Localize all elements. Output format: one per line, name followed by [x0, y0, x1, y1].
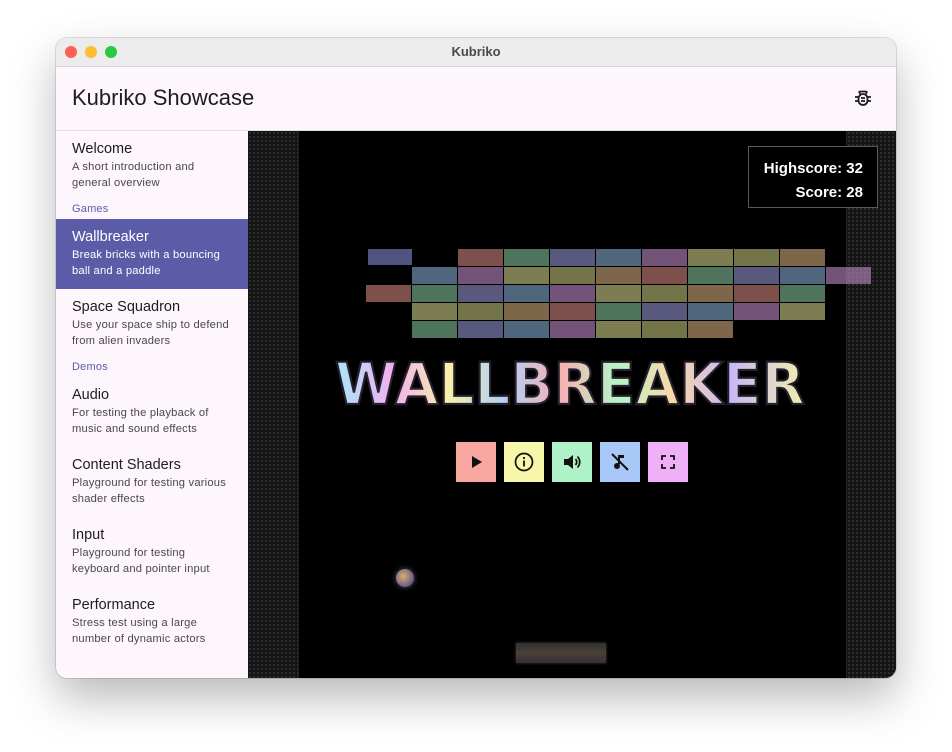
brick: [504, 321, 549, 338]
brick: [412, 267, 457, 284]
sidebar-item-title: Performance: [72, 597, 156, 613]
sidebar-item-title: Audio: [72, 387, 110, 403]
brick: [596, 285, 641, 302]
brick: [412, 285, 457, 302]
brick: [504, 303, 549, 320]
brick: [550, 303, 595, 320]
sidebar-item-title: Content Shaders: [72, 457, 181, 473]
brick: [688, 267, 733, 284]
brick: [412, 303, 457, 320]
brick: [688, 321, 733, 338]
brick: [550, 321, 595, 338]
brick: [642, 267, 687, 284]
brick: [504, 285, 549, 302]
brick: [596, 303, 641, 320]
brick: [596, 249, 641, 266]
section-header-games: Games: [72, 203, 109, 215]
play-button[interactable]: [456, 442, 496, 482]
brick: [412, 321, 457, 338]
game-viewport[interactable]: Highscore: 32 Score: 28 WALLBREAKER: [248, 131, 896, 678]
title-bar: Kubriko: [56, 38, 896, 67]
score-panel: Highscore: 32 Score: 28: [748, 146, 878, 208]
brick: [642, 303, 687, 320]
brick: [780, 285, 825, 302]
brick: [780, 249, 825, 266]
sidebar-item-performance[interactable]: Performance Stress test using a large nu…: [56, 587, 248, 657]
brick: [642, 249, 687, 266]
brick: [596, 267, 641, 284]
brick: [596, 321, 641, 338]
sound-button[interactable]: [552, 442, 592, 482]
sidebar-item-title: Input: [72, 527, 105, 543]
sidebar-item-description: Break bricks with a bouncing ball and a …: [72, 249, 221, 277]
brick: [458, 267, 503, 284]
sidebar-item-description: Use your space ship to defend from alien…: [72, 319, 229, 347]
highscore-label: Highscore: 32: [763, 160, 863, 177]
ball: [396, 569, 414, 587]
brick: [550, 249, 595, 266]
brick: [734, 285, 779, 302]
sidebar-item-title: Welcome: [72, 141, 133, 157]
fullscreen-button[interactable]: [648, 442, 688, 482]
brick: [642, 285, 687, 302]
sidebar-item-space-squadron[interactable]: Space Squadron Use your space ship to de…: [56, 289, 248, 359]
brick: [458, 321, 503, 338]
game-logo: WALLBREAKER: [334, 349, 806, 419]
brick: [688, 285, 733, 302]
brick: [458, 285, 503, 302]
music-off-icon: [611, 453, 629, 471]
brick: [504, 249, 549, 266]
brick: [734, 303, 779, 320]
info-icon: [514, 452, 534, 472]
sidebar-item-content-shaders[interactable]: Content Shaders Playground for testing v…: [56, 447, 248, 517]
brick: [458, 249, 503, 266]
music-toggle-button[interactable]: [600, 442, 640, 482]
page-title: Kubriko Showcase: [72, 85, 255, 110]
sidebar-item-description: A short introduction and general overvie…: [72, 161, 195, 189]
brick: [550, 267, 595, 284]
brick: [780, 303, 825, 320]
brick: [458, 303, 503, 320]
brick: [688, 249, 733, 266]
sidebar-item-description: For testing the playback of music and so…: [72, 407, 209, 435]
volume-icon: [564, 455, 581, 469]
fullscreen-icon: [661, 455, 675, 469]
game-logo-text: WALLBREAKER: [335, 350, 805, 418]
brick: [642, 321, 687, 338]
sidebar-item-wallbreaker[interactable]: Wallbreaker Break bricks with a bouncing…: [56, 219, 248, 289]
sidebar-item-title: Space Squadron: [72, 299, 181, 315]
brick: [504, 267, 549, 284]
app-window: Kubriko Kubriko Showcase Welcome A short…: [56, 38, 896, 678]
brick: [734, 267, 779, 284]
brick: [734, 249, 779, 266]
bug-icon[interactable]: [852, 87, 874, 109]
sidebar-item-title: Wallbreaker: [72, 229, 149, 245]
window-title: Kubriko: [451, 44, 501, 59]
paddle[interactable]: [516, 643, 606, 663]
brick: [688, 303, 733, 320]
sidebar-item-description: Playground for testing various shader ef…: [72, 477, 227, 505]
brick: [366, 285, 411, 302]
sidebar-item-welcome[interactable]: Welcome A short introduction and general…: [56, 131, 248, 201]
info-button[interactable]: [504, 442, 544, 482]
play-icon: [472, 456, 482, 468]
score-label: Score: 28: [795, 184, 863, 201]
brick: [826, 267, 871, 284]
brick: [780, 267, 825, 284]
brick: [368, 249, 412, 265]
sidebar-item-description: Playground for testing keyboard and poin…: [72, 547, 210, 575]
sidebar-item-audio[interactable]: Audio For testing the playback of music …: [56, 377, 248, 447]
sidebar-item-description: Stress test using a large number of dyna…: [72, 617, 206, 645]
app-bar: Kubriko Showcase: [56, 67, 896, 131]
sidebar-item-input[interactable]: Input Playground for testing keyboard an…: [56, 517, 248, 587]
sidebar: Welcome A short introduction and general…: [56, 131, 248, 678]
section-header-demos: Demos: [72, 361, 108, 373]
brick: [550, 285, 595, 302]
